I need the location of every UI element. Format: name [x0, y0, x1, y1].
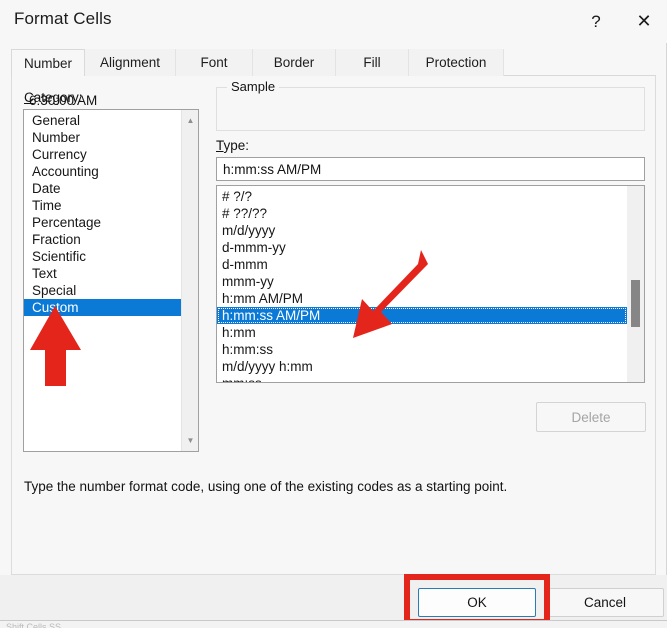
type-label: Type:: [216, 138, 249, 153]
category-item[interactable]: Number: [24, 129, 182, 146]
category-list: General Number Currency Accounting Date Time P…: [24, 112, 182, 316]
type-item[interactable]: d-mmm: [217, 256, 627, 273]
type-item[interactable]: h:mm: [217, 324, 627, 341]
type-item[interactable]: h:mm AM/PM: [217, 290, 627, 307]
tab-label: Protection: [425, 55, 487, 70]
category-item[interactable]: Date: [24, 180, 182, 197]
help-icon[interactable]: ?: [573, 0, 619, 43]
type-item[interactable]: m/d/yyyy: [217, 222, 627, 239]
category-item[interactable]: Time: [24, 197, 182, 214]
type-input[interactable]: [216, 157, 645, 181]
title-bar: Format Cells ? ✕: [0, 0, 667, 43]
type-item[interactable]: m/d/yyyy h:mm: [217, 358, 627, 375]
tab-number[interactable]: Number: [11, 49, 85, 77]
type-scrollbar[interactable]: [627, 186, 644, 382]
category-item[interactable]: Special: [24, 282, 182, 299]
category-listbox[interactable]: General Number Currency Accounting Date Time P…: [23, 109, 199, 452]
tab-label: Border: [273, 55, 315, 70]
type-item[interactable]: d-mmm-yy: [217, 239, 627, 256]
tab-panel-number: Category: General Number Currency Accountin…: [11, 76, 656, 575]
ok-button[interactable]: OK: [418, 588, 536, 617]
category-item[interactable]: Fraction: [24, 231, 182, 248]
type-item[interactable]: h:mm:ss: [217, 341, 627, 358]
tab-label: Alignment: [99, 55, 161, 70]
tab-label: Fill: [363, 55, 381, 70]
type-accel-letter: T: [216, 138, 224, 153]
format-cells-dialog: Format Cells ? ✕ Number Alignment Font Bord…: [0, 0, 667, 628]
tab-alignment[interactable]: Alignment: [85, 49, 176, 76]
category-item[interactable]: Custom: [24, 299, 182, 316]
tab-strip: Number Alignment Font Border Fill Protection: [11, 49, 656, 77]
cancel-button[interactable]: Cancel: [546, 588, 664, 617]
sample-groupbox: Sample: [216, 79, 645, 131]
type-scrollbar-thumb[interactable]: [631, 280, 640, 327]
type-item[interactable]: # ??/??: [217, 205, 627, 222]
dialog-title: Format Cells: [14, 9, 112, 28]
tab-font[interactable]: Font: [176, 49, 253, 76]
category-item[interactable]: Currency: [24, 146, 182, 163]
category-item[interactable]: Text: [24, 265, 182, 282]
type-item[interactable]: # ?/?: [217, 188, 627, 205]
category-scroll-down-icon[interactable]: ▼: [182, 432, 198, 449]
tab-fill[interactable]: Fill: [336, 49, 409, 76]
type-item[interactable]: mmm-yy: [217, 273, 627, 290]
delete-button[interactable]: Delete: [536, 402, 646, 432]
category-item[interactable]: General: [24, 112, 182, 129]
format-help-text: Type the number format code, using one o…: [24, 479, 508, 494]
type-list: # ?/? # ??/?? m/d/yyyy d-mmm-yy d-mmm mmm-yy h…: [217, 188, 627, 382]
category-scroll-up-icon[interactable]: ▲: [182, 112, 198, 129]
type-item[interactable]: h:mm:ss AM/PM: [217, 307, 627, 324]
tab-border[interactable]: Border: [253, 49, 336, 76]
type-item[interactable]: mm:ss: [217, 375, 627, 382]
category-item[interactable]: Accounting: [24, 163, 182, 180]
tab-label: Number: [23, 55, 72, 71]
background-ghost-text: Shift Cells SS: [6, 622, 62, 628]
tab-label: Font: [200, 55, 228, 70]
type-label-rest: ype:: [223, 138, 250, 153]
category-scrollbar[interactable]: ▲ ▼: [181, 110, 198, 451]
category-item[interactable]: Scientific: [24, 248, 182, 265]
sample-legend: Sample: [227, 79, 280, 94]
tab-protection[interactable]: Protection: [409, 49, 504, 76]
type-listbox[interactable]: # ?/? # ??/?? m/d/yyyy d-mmm-yy d-mmm mmm-yy h…: [216, 185, 645, 383]
category-item[interactable]: Percentage: [24, 214, 182, 231]
close-icon[interactable]: ✕: [621, 0, 667, 43]
sample-value: 6:30:00 AM: [29, 93, 98, 108]
